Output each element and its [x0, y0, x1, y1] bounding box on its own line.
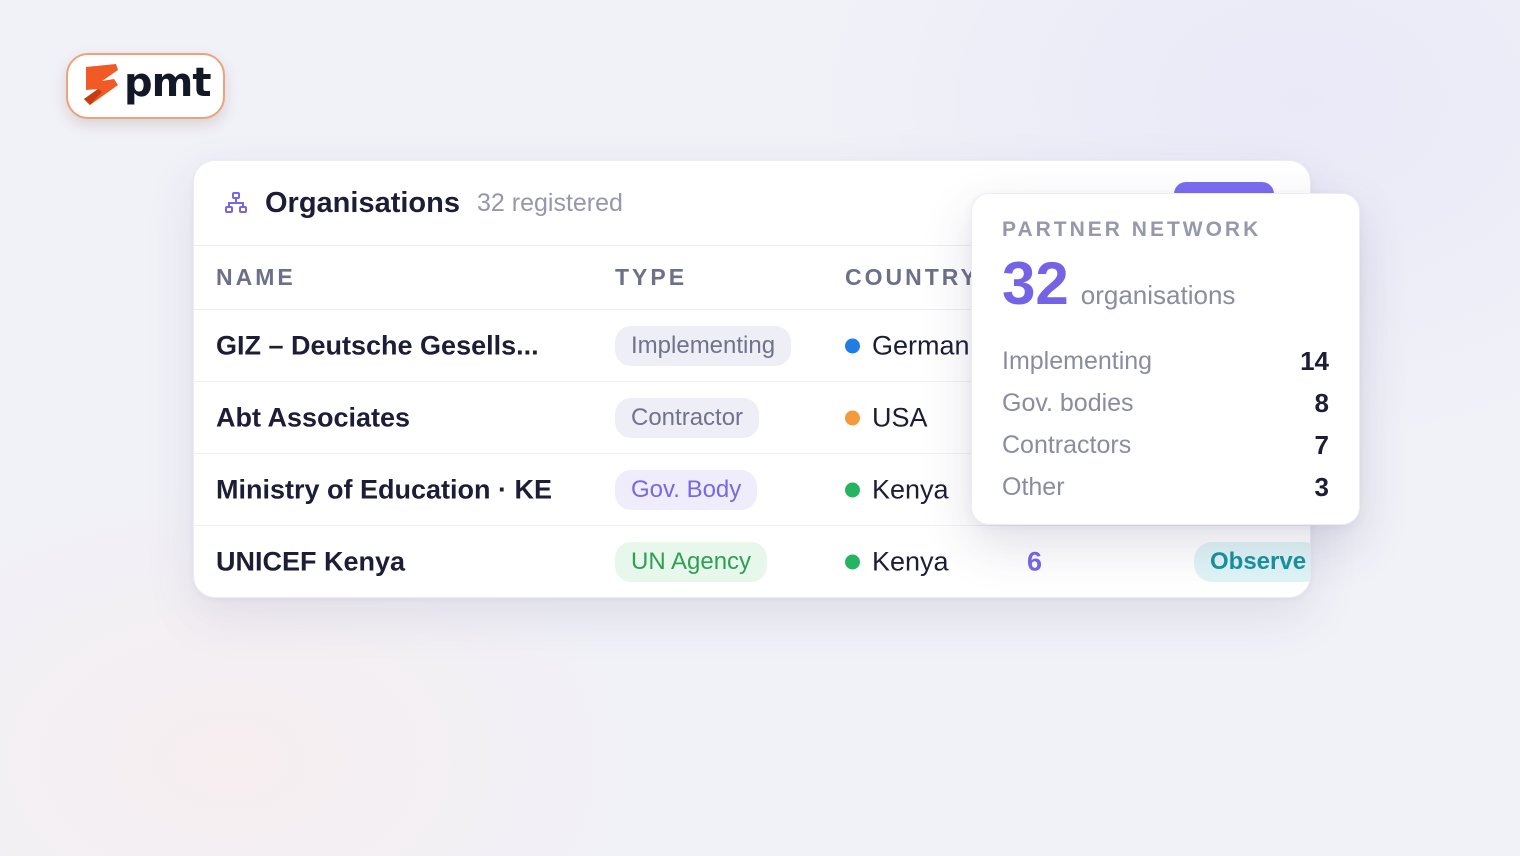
org-name[interactable]: GIZ – Deutsche Gesells...: [216, 330, 539, 361]
breakdown-label: Contractors: [1002, 430, 1132, 459]
country-dot: [845, 554, 860, 570]
breakdown-label: Gov. bodies: [1002, 388, 1134, 417]
country-label: USA: [872, 402, 928, 432]
org-project-count: 6: [1027, 546, 1043, 577]
total-unit: organisations: [1080, 280, 1236, 310]
breakdown-item: Gov. bodies 8: [1002, 382, 1329, 424]
breakdown-label: Other: [1002, 472, 1065, 501]
breakdown-item: Implementing 14: [1002, 340, 1329, 382]
popover-label: PARTNER NETWORK: [1002, 218, 1262, 241]
column-header-name[interactable]: NAME: [216, 264, 296, 291]
breakdown-item: Other 3: [1002, 466, 1329, 508]
table-row[interactable]: UNICEF Kenya UN Agency Kenya 6 Observe: [194, 526, 1310, 597]
breakdown-item: Contractors 7: [1002, 424, 1329, 466]
partner-network-popover: PARTNER NETWORK 32 organisations Impleme…: [971, 193, 1360, 525]
country-label: Kenya: [872, 474, 949, 504]
pmt-logo-icon: [84, 64, 118, 105]
breakdown-label: Implementing: [1002, 346, 1153, 375]
org-country: German: [845, 330, 970, 361]
org-structure-icon: [225, 192, 247, 213]
country-label: German: [872, 330, 970, 360]
breakdown-value: 14: [1300, 345, 1329, 376]
column-header-country[interactable]: COUNTRY: [845, 264, 979, 291]
org-country: Kenya: [845, 474, 949, 505]
registered-count: 32 registered: [477, 188, 623, 217]
pmt-logo[interactable]: pmt: [66, 53, 225, 119]
page-title: Organisations: [265, 186, 460, 219]
country-dot: [845, 482, 860, 497]
breakdown-value: 3: [1314, 471, 1329, 502]
country-dot: [845, 338, 860, 353]
org-type-badge: Implementing: [615, 325, 792, 366]
popover-total: 32 organisations: [1002, 254, 1329, 314]
breakdown-list: Implementing 14 Gov. bodies 8 Contractor…: [1002, 340, 1329, 508]
country-dot: [845, 410, 860, 425]
org-name[interactable]: Abt Associates: [216, 402, 410, 433]
total-organisations: 32: [1002, 250, 1069, 317]
org-type-badge: Contractor: [615, 397, 760, 438]
org-name[interactable]: Ministry of Education · KE: [216, 474, 552, 505]
breakdown-value: 8: [1314, 387, 1329, 418]
org-country: Kenya: [845, 547, 949, 578]
org-type-badge: Gov. Body: [615, 469, 758, 510]
breakdown-value: 7: [1314, 429, 1329, 460]
column-header-type[interactable]: TYPE: [615, 264, 687, 291]
logo-text: pmt: [124, 60, 211, 106]
org-name[interactable]: UNICEF Kenya: [216, 547, 405, 578]
org-type-badge: UN Agency: [615, 542, 768, 582]
org-country: USA: [845, 402, 928, 433]
country-label: Kenya: [872, 546, 949, 577]
org-role-badge: Observe: [1194, 542, 1310, 582]
